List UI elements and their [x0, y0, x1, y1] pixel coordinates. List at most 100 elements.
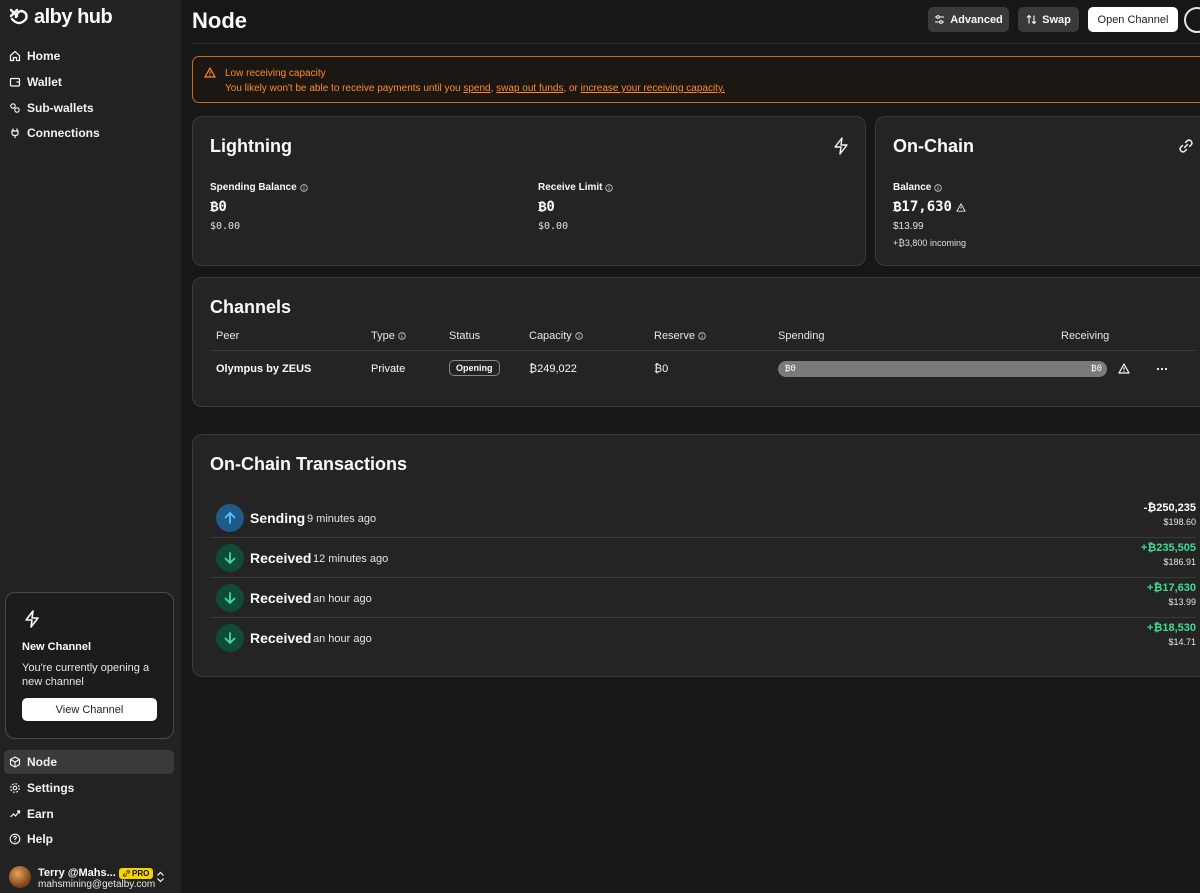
col-type: Type	[371, 330, 406, 342]
swap-out-link[interactable]: swap out funds	[496, 83, 563, 94]
tx-type: Received	[250, 630, 312, 646]
pro-badge-label: PRO	[132, 869, 150, 878]
sidebar-item-label: Node	[27, 755, 57, 769]
info-icon[interactable]	[605, 183, 614, 192]
sidebar-item-node[interactable]: Node	[4, 750, 174, 774]
sidebar-item-label: Sub-wallets	[27, 100, 94, 115]
tx-type: Received	[250, 590, 312, 606]
chevrons-up-down-icon	[157, 871, 164, 883]
plug-icon	[11, 128, 19, 139]
tx-amount: +₿235,505	[1140, 542, 1196, 554]
spend-link[interactable]: spend	[463, 83, 490, 94]
lightning-card: Lightning Spending Balance ₿0 $0.00 Rece…	[192, 116, 866, 266]
tx-type: Sending	[250, 510, 306, 526]
sidebar: alby hub Home Wallet Sub-wallets Connect…	[0, 0, 181, 893]
arrow-up-icon	[216, 504, 244, 532]
info-icon[interactable]	[934, 183, 943, 192]
sidebar-item-label: Home	[27, 49, 61, 63]
bolt-icon	[834, 137, 848, 155]
new-channel-desc: You're currently opening a new channel	[22, 662, 150, 688]
sliders-icon	[935, 15, 945, 24]
onchain-card: On-Chain Balance ₿17,630 $13.99 +₿3,800 …	[875, 116, 1200, 266]
spending-balance-value: ₿0	[210, 199, 227, 215]
increase-capacity-link[interactable]: increase your receiving capacity.	[581, 83, 725, 94]
info-icon[interactable]	[299, 183, 308, 192]
receive-limit-text: Receive Limit	[538, 182, 603, 193]
liquidity-bar: ₿0 ₿0	[778, 361, 1107, 377]
list-item[interactable]: Received an hour ago +₿18,530 $14.71	[211, 618, 1196, 658]
swap-arrows-icon	[1026, 14, 1037, 25]
sidebar-item-wallet[interactable]: Wallet	[4, 70, 174, 94]
alert-sep: , or	[563, 83, 578, 94]
balance-usd: $13.99	[893, 221, 924, 232]
col-capacity-label: Capacity	[529, 330, 572, 342]
header-avatar-button[interactable]	[1184, 7, 1200, 33]
view-channel-button[interactable]: View Channel	[22, 698, 157, 721]
list-item[interactable]: Sending 9 minutes ago -₿250,235 $198.60	[211, 498, 1196, 538]
table-divider	[211, 350, 1196, 351]
logo[interactable]: alby hub	[8, 6, 113, 29]
col-receiving: Receiving	[1061, 330, 1110, 342]
alert-text: You likely won't be able to receive paym…	[225, 83, 725, 94]
sidebar-item-label: Wallet	[27, 74, 62, 89]
receive-limit-value: ₿0	[538, 199, 555, 215]
tx-type: Received	[250, 550, 312, 566]
nav-bottom: Node Settings Earn Help	[4, 750, 174, 853]
receive-limit-label: Receive Limit	[538, 182, 614, 193]
swap-button[interactable]: Swap	[1018, 7, 1079, 32]
alert-sep: ,	[490, 83, 494, 94]
low-capacity-alert: Low receiving capacity You likely won't …	[192, 56, 1200, 103]
advanced-button[interactable]: Advanced	[928, 7, 1009, 32]
channels-title: Channels	[210, 297, 292, 317]
transactions-card: On-Chain Transactions Sending 9 minutes …	[192, 434, 1200, 677]
sidebar-item-label: Settings	[27, 780, 75, 795]
tx-fiat: $14.71	[1168, 637, 1196, 647]
sidebar-item-help[interactable]: Help	[4, 827, 174, 851]
home-icon	[9, 50, 21, 62]
info-icon[interactable]	[398, 332, 406, 340]
col-peer: Peer	[216, 330, 240, 342]
onchain-title: On-Chain	[893, 136, 974, 156]
col-reserve-label: Reserve	[654, 330, 695, 342]
wallet-icon	[9, 77, 21, 87]
page-title: Node	[192, 8, 247, 33]
list-item[interactable]: Received 12 minutes ago +₿235,505 $186.9…	[211, 538, 1196, 578]
spending-balance-usd: $0.00	[210, 221, 241, 232]
tx-time: an hour ago	[313, 593, 372, 605]
col-spending: Spending	[778, 330, 825, 342]
tx-fiat: $186.91	[1163, 557, 1196, 567]
open-channel-button[interactable]: Open Channel	[1088, 7, 1178, 32]
earn-icon	[10, 809, 21, 818]
arrow-down-icon	[216, 544, 244, 572]
warning-icon[interactable]	[1118, 363, 1130, 374]
sidebar-item-sub-wallets[interactable]: Sub-wallets	[4, 96, 174, 120]
advanced-label: Advanced	[950, 13, 1003, 26]
balance-text: Balance	[893, 182, 932, 193]
spending-balance-label: Spending Balance	[210, 182, 308, 193]
tx-time: 12 minutes ago	[313, 553, 389, 565]
col-capacity: Capacity	[529, 330, 583, 342]
balance-value-row: ₿17,630	[893, 199, 966, 216]
sidebar-item-label: Earn	[27, 806, 54, 821]
info-icon[interactable]	[575, 332, 583, 340]
sidebar-item-settings[interactable]: Settings	[4, 776, 174, 800]
more-options-icon[interactable]	[1156, 367, 1168, 371]
sidebar-item-home[interactable]: Home	[4, 44, 174, 68]
peer-name: Olympus by ZEUS	[216, 363, 312, 375]
transactions-title: On-Chain Transactions	[210, 454, 408, 474]
brand-name: alby hub	[34, 6, 113, 28]
col-reserve: Reserve	[654, 330, 706, 342]
user-menu[interactable]: Terry @Mahs... PRO mahsmining@getalby.co…	[9, 865, 174, 891]
user-email: mahsmining@getalby.com	[38, 879, 156, 890]
incoming-amount: +₿3,800 incoming	[893, 238, 966, 248]
tx-fiat: $198.60	[1163, 517, 1196, 527]
sidebar-item-connections[interactable]: Connections	[4, 121, 174, 145]
channels-card: Channels Peer Type Status Capacity Reser…	[192, 277, 1200, 407]
info-icon[interactable]	[698, 332, 706, 340]
receive-limit-usd: $0.00	[538, 221, 569, 232]
list-item[interactable]: Received an hour ago +₿17,630 $13.99	[211, 578, 1196, 618]
tx-time: 9 minutes ago	[307, 513, 377, 525]
sidebar-item-earn[interactable]: Earn	[4, 802, 174, 826]
warning-icon[interactable]	[956, 203, 966, 212]
bolt-icon	[25, 610, 39, 628]
